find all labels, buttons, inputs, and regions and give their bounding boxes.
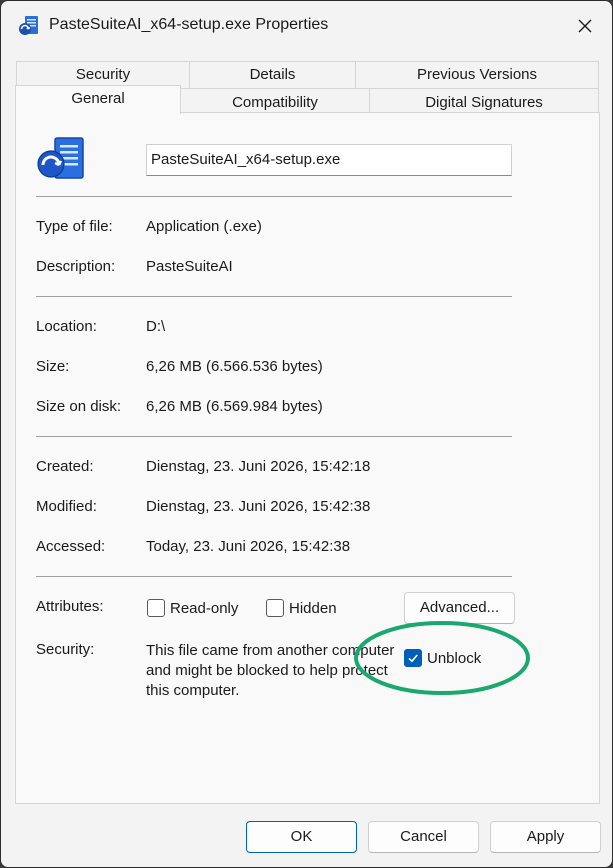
- location-value: D:\: [146, 318, 166, 335]
- close-icon: [578, 19, 592, 33]
- size-on-disk-value: 6,26 MB (6.569.984 bytes): [146, 398, 323, 415]
- tab-details-label: Details: [249, 66, 296, 83]
- security-label: Security:: [36, 641, 95, 658]
- file-name-field[interactable]: PasteSuiteAI_x64-setup.exe: [146, 144, 512, 176]
- title-bar[interactable]: PasteSuiteAI_x64-setup.exe Properties: [1, 1, 612, 51]
- attributes-label: Attributes:: [36, 598, 104, 615]
- application-file-icon: [37, 137, 84, 179]
- size-on-disk-label: Size on disk:: [36, 398, 122, 415]
- read-only-label[interactable]: Read-only: [170, 600, 238, 617]
- tab-security-label: Security: [75, 66, 131, 83]
- separator: [36, 196, 512, 197]
- tab-digital-signatures[interactable]: Digital Signatures: [369, 88, 599, 113]
- size-label: Size:: [36, 358, 70, 375]
- tab-previous-versions-label: Previous Versions: [416, 66, 538, 83]
- modified-value: Dienstag, 23. Juni 2026, 15:42:38: [146, 498, 371, 515]
- tab-compatibility[interactable]: Compatibility: [180, 88, 370, 113]
- hidden-label[interactable]: Hidden: [289, 600, 337, 617]
- properties-dialog: PasteSuiteAI_x64-setup.exe Properties Se…: [0, 0, 613, 868]
- description-label: Description:: [36, 258, 116, 275]
- accessed-value: Today, 23. Juni 2026, 15:42:38: [146, 538, 351, 555]
- ok-button[interactable]: OK: [246, 821, 357, 853]
- created-label: Created:: [36, 458, 94, 475]
- highlight-ellipse-annotation: [354, 621, 530, 695]
- cancel-button[interactable]: Cancel: [368, 821, 479, 853]
- modified-label: Modified:: [36, 498, 97, 515]
- created-value: Dienstag, 23. Juni 2026, 15:42:18: [146, 458, 371, 475]
- separator: [36, 576, 512, 577]
- size-value: 6,26 MB (6.566.536 bytes): [146, 358, 323, 375]
- read-only-checkbox[interactable]: [147, 599, 165, 617]
- separator: [36, 436, 512, 437]
- accessed-label: Accessed:: [36, 538, 106, 555]
- apply-button[interactable]: Apply: [490, 821, 601, 853]
- type-of-file-value: Application (.exe): [146, 218, 262, 235]
- tab-digital-signatures-label: Digital Signatures: [425, 94, 543, 111]
- tab-general-label: General: [71, 90, 125, 107]
- tab-security[interactable]: Security: [16, 61, 190, 88]
- hidden-checkbox[interactable]: [266, 599, 284, 617]
- tab-previous-versions[interactable]: Previous Versions: [355, 61, 599, 88]
- close-button[interactable]: [566, 7, 604, 45]
- tab-general[interactable]: General: [15, 85, 181, 114]
- tab-compatibility-label: Compatibility: [232, 94, 318, 111]
- type-of-file-label: Type of file:: [36, 218, 113, 235]
- separator: [36, 296, 512, 297]
- tab-details[interactable]: Details: [189, 61, 356, 88]
- description-value: PasteSuiteAI: [146, 258, 233, 275]
- location-label: Location:: [36, 318, 97, 335]
- window-title: PasteSuiteAI_x64-setup.exe Properties: [49, 16, 329, 33]
- setup-file-icon: [19, 16, 38, 35]
